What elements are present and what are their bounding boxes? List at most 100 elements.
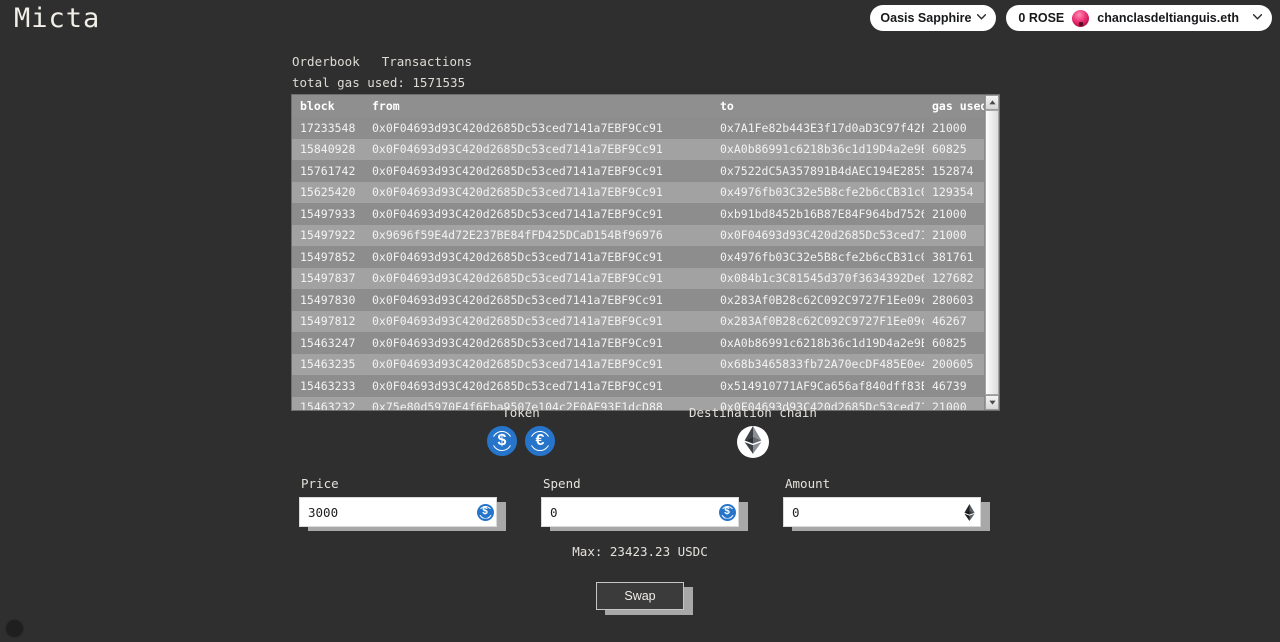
table-body: 17233548 0x0F04693d93C420d2685Dc53ced7141… — [292, 117, 984, 410]
table-scrollbar[interactable] — [984, 95, 999, 410]
table-row[interactable]: 15497922 0x9696f59E4d72E237BE84fFD425DCaD… — [292, 224, 984, 246]
panel-tabs: Orderbook Transactions — [291, 54, 1000, 69]
cell-gas-used: 60825 — [924, 138, 984, 160]
table-row[interactable]: 15463247 0x0F04693d93C420d2685Dc53ced7141… — [292, 332, 984, 354]
table-row[interactable]: 15497830 0x0F04693d93C420d2685Dc53ced7141… — [292, 289, 984, 311]
tab-transactions[interactable]: Transactions — [382, 54, 472, 69]
cell-block: 15497852 — [292, 246, 364, 268]
table-row[interactable]: 15497933 0x0F04693d93C420d2685Dc53ced7141… — [292, 203, 984, 225]
chain-option-ethereum[interactable] — [736, 426, 769, 458]
cell-block: 15497812 — [292, 310, 364, 332]
spend-input[interactable] — [550, 504, 718, 520]
cell-gas-used: 60825 — [924, 332, 984, 354]
cell-block: 15463235 — [292, 353, 364, 375]
column-header-block[interactable]: block — [292, 95, 364, 117]
cell-from: 0x0F04693d93C420d2685Dc53ced7141a7EBF9Cc… — [364, 160, 714, 182]
chevron-down-icon — [1252, 12, 1263, 23]
table-row[interactable]: 15463233 0x0F04693d93C420d2685Dc53ced7141… — [292, 375, 984, 397]
table-row[interactable]: 15463235 0x0F04693d93C420d2685Dc53ced7141… — [292, 353, 984, 375]
cell-to: 0x4976fb03C32e5B8cfe2b6cCB31c09Ba78EBaBa… — [714, 246, 924, 268]
cell-to: 0x514910771AF9Ca656af840dff83E8264EcF986… — [714, 375, 924, 397]
cell-from: 0x9696f59E4d72E237BE84fFD425DCaD154Bf969… — [364, 224, 714, 246]
cell-to: 0xA0b86991c6218b36c1d19D4a2e9Eb0cE3606eB… — [714, 138, 924, 160]
cell-from: 0x0F04693d93C420d2685Dc53ced7141a7EBF9Cc… — [364, 246, 714, 268]
destination-chain-label: Destination chain — [689, 405, 817, 420]
table-row[interactable]: 15497852 0x0F04693d93C420d2685Dc53ced7141… — [292, 246, 984, 268]
cell-gas-used: 200605 — [924, 353, 984, 375]
cell-block: 15497837 — [292, 267, 364, 289]
column-header-gas-used[interactable]: gas used — [924, 95, 984, 117]
usdc-glyph: $ — [497, 432, 507, 449]
token-option-usdc[interactable]: $ — [487, 426, 517, 456]
app-logo: Micta — [14, 2, 101, 34]
max-balance-text: Max: 23423.23 USDC — [572, 544, 708, 559]
total-gas-used: total gas used: 1571535 — [292, 75, 466, 90]
usdc-coin-icon: $ — [476, 503, 494, 521]
cell-from: 0x0F04693d93C420d2685Dc53ced7141a7EBF9Cc… — [364, 203, 714, 225]
cell-from: 0x0F04693d93C420d2685Dc53ced7141a7EBF9Cc… — [364, 117, 714, 139]
cell-gas-used: 46739 — [924, 375, 984, 397]
swap-form-fields: Price $ Spend $ — [0, 476, 1280, 531]
cell-gas-used: 381761 — [924, 246, 984, 268]
ethereum-icon — [963, 503, 975, 521]
cell-from: 0x0F04693d93C420d2685Dc53ced7141a7EBF9Cc… — [364, 353, 714, 375]
cell-block: 15463233 — [292, 375, 364, 397]
chevron-down-icon — [977, 12, 987, 23]
corner-floating-button[interactable] — [5, 619, 24, 638]
destination-chain-group: Destination chain — [689, 405, 817, 458]
column-header-to[interactable]: to — [714, 95, 924, 117]
table-row[interactable]: 17233548 0x0F04693d93C420d2685Dc53ced7141… — [292, 117, 984, 139]
transactions-table: block from to gas used 17233548 0x0F04693… — [292, 95, 984, 410]
scroll-up-button[interactable] — [985, 95, 999, 110]
table-scroll-area[interactable]: block from to gas used 17233548 0x0F04693… — [292, 95, 984, 410]
account-name: chanclasdeltianguis.eth — [1097, 11, 1239, 25]
spend-token-icon: $ — [718, 503, 736, 521]
cell-block: 15497830 — [292, 289, 364, 311]
table-row[interactable]: 15761742 0x0F04693d93C420d2685Dc53ced7141… — [292, 160, 984, 182]
tab-orderbook[interactable]: Orderbook — [292, 54, 360, 69]
field-price: Price $ — [299, 476, 506, 531]
token-option-eurc[interactable]: € — [525, 426, 555, 456]
swap-button[interactable]: Swap — [596, 582, 684, 610]
cell-gas-used: 21000 — [924, 224, 984, 246]
cell-block: 17233548 — [292, 117, 364, 139]
price-input-box[interactable]: $ — [299, 497, 497, 527]
cell-gas-used: 280603 — [924, 289, 984, 311]
cell-block: 15497933 — [292, 203, 364, 225]
usdc-coin-icon: $ — [718, 503, 736, 521]
token-options: $ € — [487, 426, 555, 456]
network-label: Oasis Sapphire — [880, 11, 972, 25]
amount-input[interactable] — [792, 504, 960, 520]
column-header-from[interactable]: from — [364, 95, 714, 117]
scrollbar-thumb[interactable] — [985, 110, 999, 395]
balloon-avatar-icon — [1072, 9, 1090, 27]
spend-input-box[interactable]: $ — [541, 497, 739, 527]
cell-from: 0x0F04693d93C420d2685Dc53ced7141a7EBF9Cc… — [364, 332, 714, 354]
account-button[interactable]: 0 ROSE chanclasdeltianguis.eth — [1006, 5, 1272, 31]
cell-from: 0x0F04693d93C420d2685Dc53ced7141a7EBF9Cc… — [364, 289, 714, 311]
wallet-balance: 0 ROSE — [1018, 11, 1065, 25]
table-row[interactable]: 15497837 0x0F04693d93C420d2685Dc53ced7141… — [292, 267, 984, 289]
app-header: Micta Oasis Sapphire 0 ROSE chanclasdelt… — [0, 0, 1280, 36]
network-selector[interactable]: Oasis Sapphire — [870, 5, 997, 31]
cell-to: 0x68b3465833fb72A70ecDF485E0e4C7bD8665Fc… — [714, 353, 924, 375]
price-input[interactable] — [308, 504, 476, 520]
cell-to: 0x4976fb03C32e5B8cfe2b6cCB31c09Ba78EBaBa… — [714, 181, 924, 203]
transactions-panel: Orderbook Transactions total gas used: 1… — [291, 54, 1000, 411]
cell-to: 0x283Af0B28c62C092C9727F1Ee09c02CA627EB7… — [714, 310, 924, 332]
table-row[interactable]: 15497812 0x0F04693d93C420d2685Dc53ced7141… — [292, 310, 984, 332]
cell-from: 0x0F04693d93C420d2685Dc53ced7141a7EBF9Cc… — [364, 138, 714, 160]
cell-block: 15761742 — [292, 160, 364, 182]
eurc-glyph: € — [535, 432, 545, 449]
header-actions: Oasis Sapphire 0 ROSE chanclasdeltiangui… — [870, 5, 1272, 31]
cell-to: 0xA0b86991c6218b36c1d19D4a2e9Eb0cE3606eB… — [714, 332, 924, 354]
scrollbar-track[interactable] — [985, 110, 999, 395]
destination-chain-options — [736, 426, 769, 458]
table-row[interactable]: 15840928 0x0F04693d93C420d2685Dc53ced7141… — [292, 138, 984, 160]
field-spend: Spend $ — [541, 476, 748, 531]
amount-input-box[interactable] — [783, 497, 981, 527]
transactions-table-container: block from to gas used 17233548 0x0F04693… — [291, 94, 1000, 411]
field-amount: Amount — [783, 476, 990, 531]
table-row[interactable]: 15625420 0x0F04693d93C420d2685Dc53ced7141… — [292, 181, 984, 203]
cell-gas-used: 152874 — [924, 160, 984, 182]
